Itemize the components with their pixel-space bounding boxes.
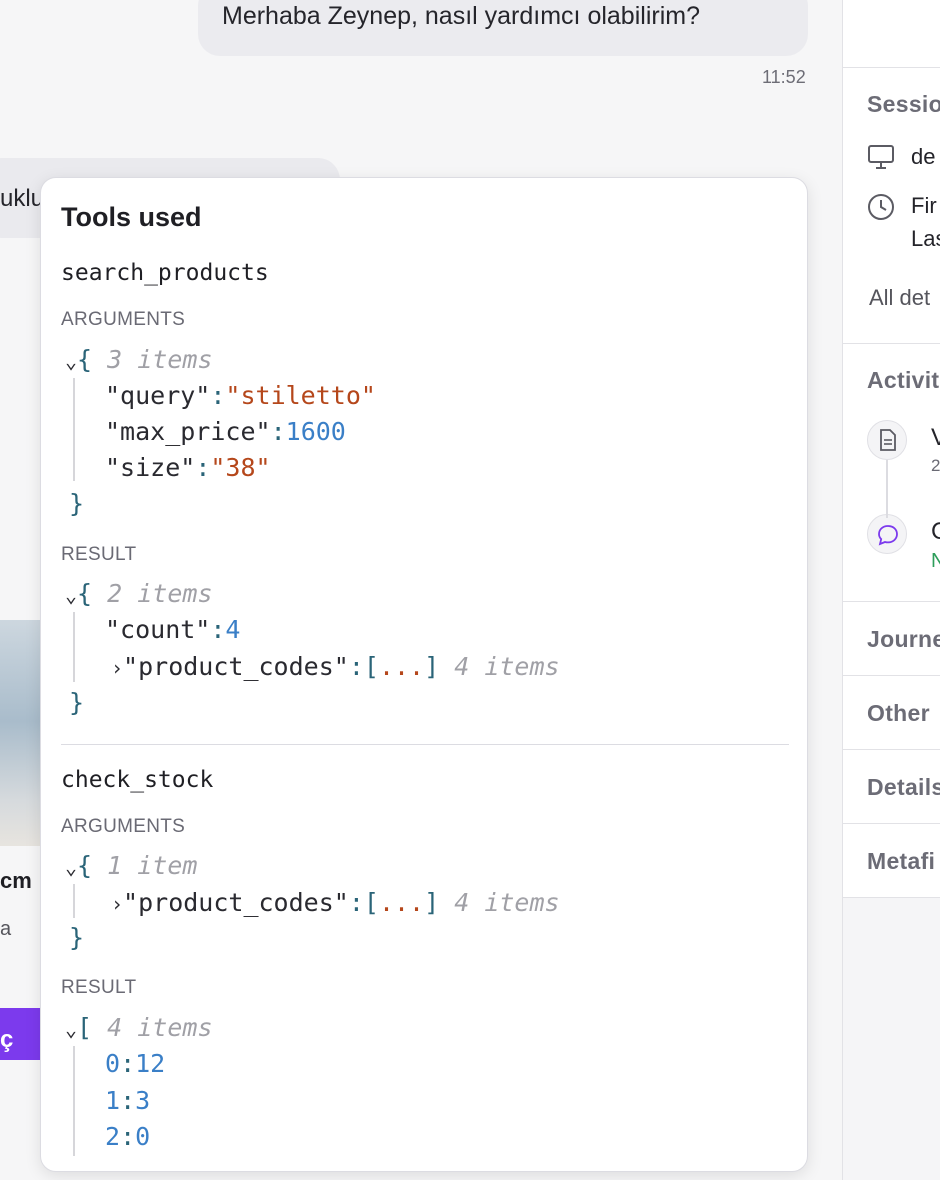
tool-divider xyxy=(61,744,789,745)
tool2-result-item-2: 2:0 xyxy=(105,1122,151,1151)
outgoing-message-text: Merhaba Zeynep, nasıl yardımcı olabiliri… xyxy=(222,2,700,30)
tool2-args-root[interactable]: ⌄{ 1 item xyxy=(65,851,197,882)
tool2-result-item-1: 1:3 xyxy=(105,1086,151,1115)
product-card-title: cm xyxy=(0,868,32,893)
chevron-down-icon[interactable]: ⌄ xyxy=(65,349,77,373)
tool1-args-close-brace: } xyxy=(69,489,85,518)
incoming-message-text: uklu xyxy=(0,185,45,212)
tool1-arg-max-price: "max_price":1600 xyxy=(105,417,346,446)
tool1-result-guide xyxy=(73,612,75,682)
tool2-arg-product-codes[interactable]: ›"product_codes":[...] 4 items xyxy=(111,888,560,919)
tool2-result-guide xyxy=(73,1046,75,1156)
journey-section[interactable]: Journe xyxy=(843,602,940,676)
metafields-title: Metafi xyxy=(867,848,936,874)
activity-item-2-title: C xyxy=(931,518,940,546)
document-icon xyxy=(880,429,896,451)
activity-item-1-subtitle: 2 xyxy=(931,456,940,475)
tool1-arg-size: "size":"38" xyxy=(105,453,271,482)
product-image[interactable] xyxy=(0,620,42,846)
clock-icon xyxy=(868,194,894,220)
activity-item-2-dot xyxy=(867,514,907,554)
activity-item-1-title: V xyxy=(931,424,940,452)
message-timestamp: 11:52 xyxy=(762,67,806,87)
panel-header xyxy=(843,0,940,68)
tool1-result-product-codes[interactable]: ›"product_codes":[...] 4 items xyxy=(111,652,560,683)
tool1-result-label: RESULT xyxy=(61,544,137,565)
tool2-result-label: RESULT xyxy=(61,977,137,998)
chevron-down-icon[interactable]: ⌄ xyxy=(65,583,77,607)
tool1-result-close-brace: } xyxy=(69,688,85,717)
tool1-result-count: "count":4 xyxy=(105,615,241,644)
tool2-arguments-label: ARGUMENTS xyxy=(61,816,186,837)
customer-side-panel: Sessio de Fir Las All det Activit V 2 xyxy=(842,0,940,1180)
session-last-seen: Las xyxy=(911,226,940,251)
activity-timeline-line xyxy=(886,460,888,518)
product-card-subtitle: a xyxy=(0,918,12,940)
tool1-arguments-label: ARGUMENTS xyxy=(61,309,186,330)
chevron-down-icon[interactable]: ⌄ xyxy=(65,855,77,879)
chevron-down-icon[interactable]: ⌄ xyxy=(65,1017,77,1041)
chat-bubble-icon xyxy=(878,525,898,546)
details-title: Details xyxy=(867,774,940,800)
tools-used-popover: Tools used search_products ARGUMENTS ⌄{ … xyxy=(40,177,808,1172)
outgoing-message-bubble: Merhaba Zeynep, nasıl yardımcı olabiliri… xyxy=(198,0,808,56)
product-card-button[interactable]: ç xyxy=(0,1008,42,1060)
session-section: Sessio de Fir Las All det xyxy=(843,68,940,344)
tool-name-check-stock: check_stock xyxy=(61,767,214,793)
other-title: Other xyxy=(867,700,930,726)
activity-item-2-status: N xyxy=(931,550,940,573)
chevron-right-icon[interactable]: › xyxy=(111,656,123,680)
activity-item-1-dot xyxy=(867,420,907,460)
activity-section: Activit V 2 C N xyxy=(843,344,940,602)
chevron-right-icon[interactable]: › xyxy=(111,892,123,916)
monitor-icon xyxy=(868,145,894,169)
tool2-result-item-0: 0:12 xyxy=(105,1049,166,1078)
tool2-args-guide xyxy=(73,884,75,918)
tool1-args-guide xyxy=(73,378,75,481)
details-section[interactable]: Details xyxy=(843,750,940,824)
other-section[interactable]: Other xyxy=(843,676,940,750)
session-first-seen: Fir xyxy=(911,193,937,218)
metafields-section[interactable]: Metafi xyxy=(843,824,940,898)
tool-name-search-products: search_products xyxy=(61,260,269,286)
journey-title: Journe xyxy=(867,626,940,652)
all-details-link[interactable]: All det xyxy=(869,285,930,311)
tool2-result-root[interactable]: ⌄[ 4 items xyxy=(65,1013,213,1044)
tool2-args-close-brace: } xyxy=(69,923,85,952)
tool1-args-root[interactable]: ⌄{ 3 items xyxy=(65,345,213,376)
session-device: de xyxy=(911,144,936,169)
activity-title: Activit xyxy=(867,367,940,393)
session-title: Sessio xyxy=(867,91,940,117)
tool1-arg-query: "query":"stiletto" xyxy=(105,381,376,410)
tool1-result-root[interactable]: ⌄{ 2 items xyxy=(65,579,213,610)
popover-title: Tools used xyxy=(61,202,202,232)
